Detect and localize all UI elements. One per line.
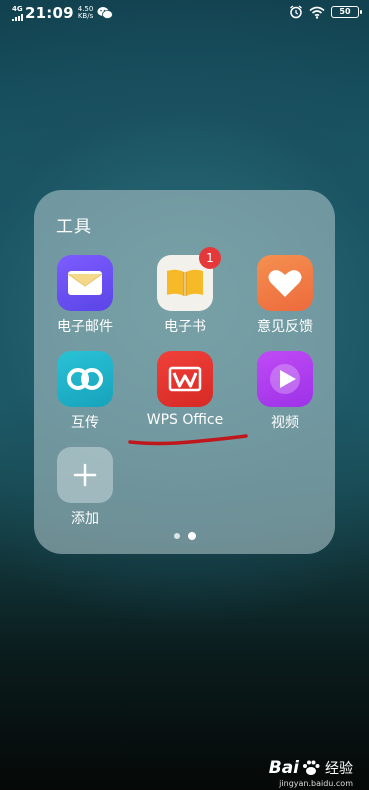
battery-icon: 50 [331,6,362,18]
app-label: 添加 [71,511,99,527]
status-time: 21:09 [25,4,74,22]
alarm-icon [290,5,302,19]
mail-icon[interactable] [57,255,113,311]
signal-icon: 4G [12,4,23,21]
app-label: 电子邮件 [57,319,113,335]
page-dot[interactable] [173,533,180,539]
app-wps-office[interactable]: WPS Office [135,351,235,428]
app-folder: 工具 电子邮件 1 电子书 意见反馈 互传 WPS Office 视频 添加 [34,190,335,554]
watermark-brand: Bai [268,758,299,778]
watermark-url: jingyan.baidu.com [279,779,353,788]
app-label: WPS Office [146,412,224,428]
red-underline-annotation [128,434,248,446]
app-label: 视频 [271,415,299,431]
app-feedback[interactable]: 意见反馈 [235,255,335,336]
watermark-brand-suffix: 经验 [325,761,353,777]
wps-icon[interactable] [157,351,213,407]
wifi-icon [309,6,325,19]
app-label: 电子书 [164,319,206,335]
baidu-watermark: Bai 经验 jingyan.baidu.com [268,758,353,788]
network-type: 4G [12,4,23,13]
app-video[interactable]: 视频 [235,351,335,432]
notification-badge: 1 [199,247,221,269]
heart-icon[interactable] [257,255,313,311]
app-label: 意见反馈 [257,319,313,335]
app-email[interactable]: 电子邮件 [35,255,135,336]
status-bar: 4G 21:09 4.50 KB/s 50 [0,0,369,26]
page-dot-active[interactable] [187,532,196,540]
link-rings-icon[interactable] [57,351,113,407]
app-label: 互传 [71,415,99,431]
wechat-icon [97,7,114,19]
page-indicator[interactable] [34,532,335,540]
play-icon[interactable] [257,351,313,407]
book-icon[interactable]: 1 [157,247,221,311]
folder-title[interactable]: 工具 [56,212,92,237]
app-ebook[interactable]: 1 电子书 [135,247,235,336]
plus-icon[interactable] [57,447,113,503]
network-speed: 4.50 KB/s [77,5,94,20]
app-add[interactable]: 添加 [35,447,135,528]
app-transfer[interactable]: 互传 [35,351,135,432]
paw-icon [303,760,320,775]
